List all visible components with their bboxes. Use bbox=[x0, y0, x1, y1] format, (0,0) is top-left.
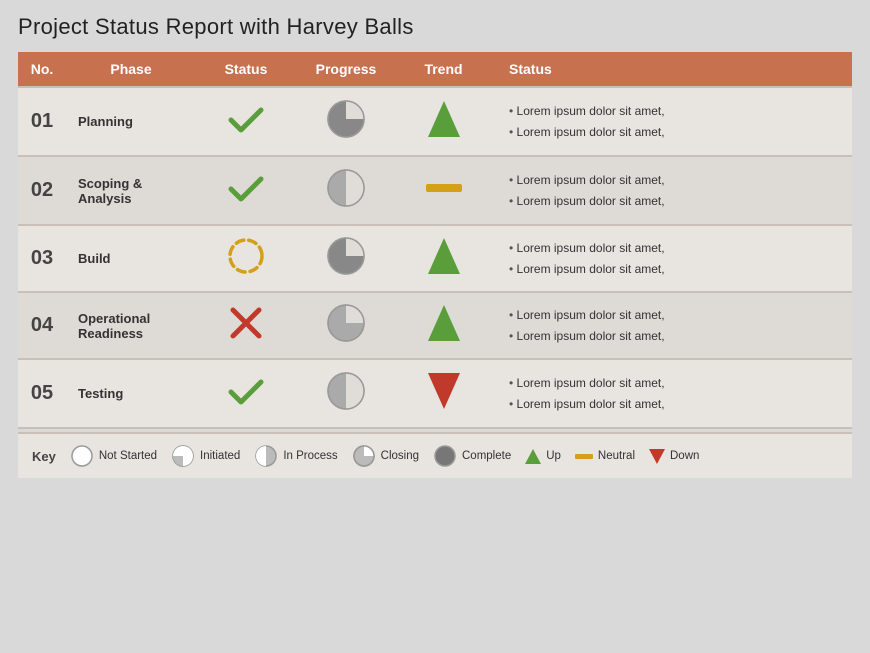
table-row: 03 Build Lorem ipsum dolor sit amet,Lore… bbox=[18, 225, 852, 292]
row-desc: Lorem ipsum dolor sit amet,Lorem ipsum d… bbox=[491, 225, 852, 292]
key-down: Down bbox=[649, 449, 699, 464]
table-row: 04 Operational Readiness Lorem ipsum dol… bbox=[18, 292, 852, 359]
desc-item: Lorem ipsum dolor sit amet, bbox=[509, 259, 844, 279]
row-harvey-ball bbox=[296, 292, 396, 359]
desc-item: Lorem ipsum dolor sit amet, bbox=[509, 191, 844, 211]
status-table: No. Phase Status Progress Trend Status 0… bbox=[18, 52, 852, 429]
row-trend bbox=[396, 225, 491, 292]
row-status-icon bbox=[196, 292, 296, 359]
main-container: Project Status Report with Harvey Balls … bbox=[0, 0, 870, 488]
desc-item: Lorem ipsum dolor sit amet, bbox=[509, 373, 844, 393]
row-status-icon bbox=[196, 156, 296, 225]
key-label: Key bbox=[32, 449, 56, 464]
header-status: Status bbox=[196, 52, 296, 87]
key-closing-label: Closing bbox=[381, 450, 419, 462]
row-status-icon bbox=[196, 359, 296, 428]
row-number: 03 bbox=[18, 225, 66, 292]
key-not-started-label: Not Started bbox=[99, 450, 157, 462]
key-initiated-label: Initiated bbox=[200, 450, 240, 462]
page-title: Project Status Report with Harvey Balls bbox=[18, 14, 852, 40]
key-in-process: In Process bbox=[254, 444, 337, 468]
key-initiated: Initiated bbox=[171, 444, 240, 468]
row-harvey-ball bbox=[296, 359, 396, 428]
key-not-started: Not Started bbox=[70, 444, 157, 468]
row-trend bbox=[396, 156, 491, 225]
row-status-icon bbox=[196, 87, 296, 156]
neutral-icon bbox=[575, 454, 593, 459]
row-desc: Lorem ipsum dolor sit amet,Lorem ipsum d… bbox=[491, 359, 852, 428]
key-up: Up bbox=[525, 449, 561, 464]
row-harvey-ball bbox=[296, 156, 396, 225]
desc-item: Lorem ipsum dolor sit amet, bbox=[509, 122, 844, 142]
row-phase: Planning bbox=[66, 87, 196, 156]
header-trend: Trend bbox=[396, 52, 491, 87]
key-in-process-label: In Process bbox=[283, 450, 337, 462]
down-arrow-icon bbox=[649, 449, 665, 464]
row-trend bbox=[396, 359, 491, 428]
row-number: 05 bbox=[18, 359, 66, 428]
row-number: 01 bbox=[18, 87, 66, 156]
key-row: Key Not Started Initiated bbox=[18, 432, 852, 478]
table-row: 01 Planning Lorem ipsum dolor sit amet,L… bbox=[18, 87, 852, 156]
row-status-icon bbox=[196, 225, 296, 292]
row-phase: Testing bbox=[66, 359, 196, 428]
key-neutral: Neutral bbox=[575, 450, 635, 462]
row-harvey-ball bbox=[296, 87, 396, 156]
key-closing: Closing bbox=[352, 444, 419, 468]
table-row: 02 Scoping & Analysis Lorem ipsum dolor … bbox=[18, 156, 852, 225]
row-desc: Lorem ipsum dolor sit amet,Lorem ipsum d… bbox=[491, 292, 852, 359]
key-up-label: Up bbox=[546, 450, 561, 462]
header-desc: Status bbox=[491, 52, 852, 87]
key-complete: Complete bbox=[433, 444, 511, 468]
up-arrow-icon bbox=[525, 449, 541, 464]
row-number: 04 bbox=[18, 292, 66, 359]
desc-item: Lorem ipsum dolor sit amet, bbox=[509, 394, 844, 414]
header-phase: Phase bbox=[66, 52, 196, 87]
row-trend bbox=[396, 87, 491, 156]
header-no: No. bbox=[18, 52, 66, 87]
desc-item: Lorem ipsum dolor sit amet, bbox=[509, 305, 844, 325]
key-neutral-label: Neutral bbox=[598, 450, 635, 462]
row-phase: Scoping & Analysis bbox=[66, 156, 196, 225]
desc-item: Lorem ipsum dolor sit amet, bbox=[509, 101, 844, 121]
row-desc: Lorem ipsum dolor sit amet,Lorem ipsum d… bbox=[491, 156, 852, 225]
desc-item: Lorem ipsum dolor sit amet, bbox=[509, 170, 844, 190]
desc-item: Lorem ipsum dolor sit amet, bbox=[509, 238, 844, 258]
table-header: No. Phase Status Progress Trend Status bbox=[18, 52, 852, 87]
row-desc: Lorem ipsum dolor sit amet,Lorem ipsum d… bbox=[491, 87, 852, 156]
table-row: 05 Testing Lorem ipsum dolor sit amet,Lo… bbox=[18, 359, 852, 428]
key-complete-label: Complete bbox=[462, 450, 511, 462]
header-progress: Progress bbox=[296, 52, 396, 87]
row-harvey-ball bbox=[296, 225, 396, 292]
row-trend bbox=[396, 292, 491, 359]
key-down-label: Down bbox=[670, 450, 699, 462]
row-number: 02 bbox=[18, 156, 66, 225]
row-phase: Build bbox=[66, 225, 196, 292]
desc-item: Lorem ipsum dolor sit amet, bbox=[509, 326, 844, 346]
row-phase: Operational Readiness bbox=[66, 292, 196, 359]
